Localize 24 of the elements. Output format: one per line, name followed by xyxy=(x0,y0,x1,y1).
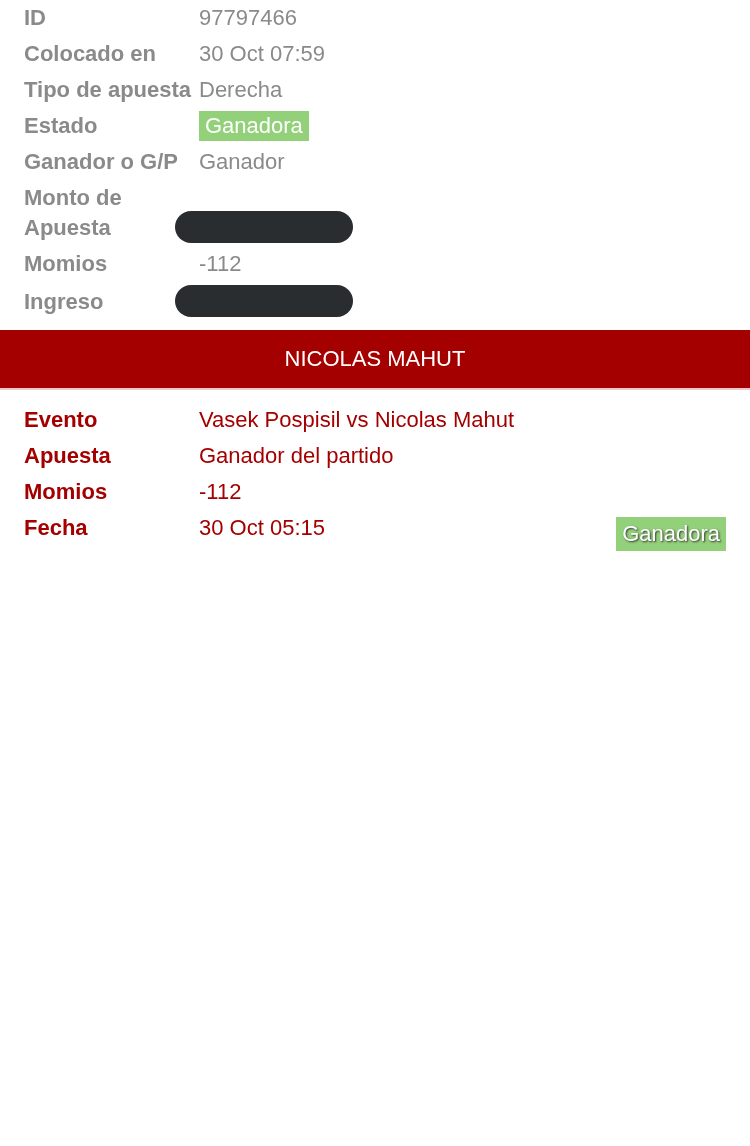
field-value: 30 Oct 07:59 xyxy=(199,40,326,68)
status-badge: Ganadora xyxy=(616,517,726,551)
status-badge: Ganadora xyxy=(199,111,309,141)
field-label: Evento xyxy=(24,406,99,434)
field-label: Fecha xyxy=(24,514,89,542)
field-value: Ganador del partido xyxy=(199,442,395,470)
selection-header: NICOLAS MAHUT xyxy=(0,330,750,390)
field-label: Momios xyxy=(24,478,109,506)
field-label: Monto de Apuesta xyxy=(24,184,123,242)
field-value: -112 xyxy=(199,478,243,506)
field-value: -112 xyxy=(199,250,243,278)
field-label: Momios xyxy=(24,250,109,278)
field-label: Ganador o G/P xyxy=(24,148,180,176)
field-label: Apuesta xyxy=(24,442,112,470)
field-value: Vasek Pospisil vs Nicolas Mahut xyxy=(199,406,516,434)
field-value: Ganador xyxy=(199,148,286,176)
field-value: 97797466 xyxy=(199,4,298,32)
field-label: Tipo de apuesta xyxy=(24,76,193,104)
field-value: 30 Oct 05:15 xyxy=(199,514,326,542)
field-label: Ingreso xyxy=(24,288,105,316)
field-label: ID xyxy=(24,4,47,32)
field-label: Colocado en xyxy=(24,40,157,68)
field-value: Derecha xyxy=(199,76,284,104)
field-label: Estado xyxy=(24,112,99,140)
